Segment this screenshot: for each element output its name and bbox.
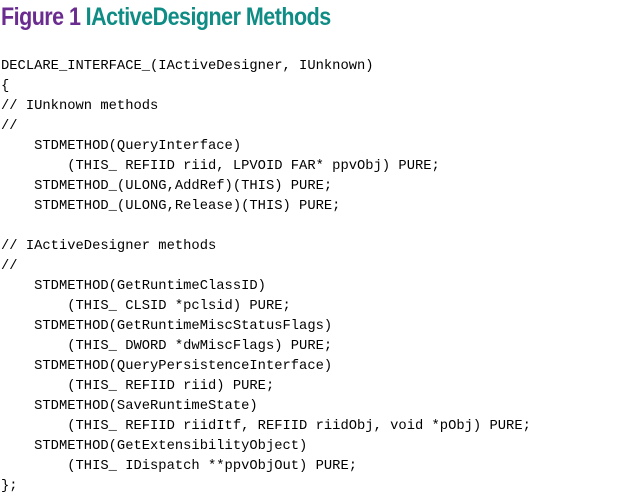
figure-page: Figure 1 IActiveDesigner Methods DECLARE_… — [0, 0, 639, 495]
figure-label: Figure 1 — [1, 3, 81, 31]
code-line: STDMETHOD_(ULONG,AddRef)(THIS) PURE; — [1, 179, 333, 194]
code-line: (THIS_ REFIID riid, LPVOID FAR* ppvObj) … — [1, 159, 440, 174]
code-line: DECLARE_INTERFACE_(IActiveDesigner, IUnk… — [1, 59, 374, 74]
figure-name: IActiveDesigner Methods — [85, 3, 332, 31]
code-line: STDMETHOD(SaveRuntimeState) — [1, 399, 258, 414]
code-line: // IActiveDesigner methods — [1, 239, 217, 254]
code-line: STDMETHOD(GetRuntimeClassID) — [1, 279, 266, 294]
code-line: STDMETHOD(GetExtensibilityObject) — [1, 439, 308, 454]
code-line: STDMETHOD(QueryPersistenceInterface) — [1, 359, 333, 374]
code-line: // IUnknown methods — [1, 99, 159, 114]
code-listing: DECLARE_INTERFACE_(IActiveDesigner, IUnk… — [1, 57, 531, 497]
code-line: // — [1, 259, 18, 274]
code-line: }; — [1, 479, 18, 494]
code-line: (THIS_ DWORD *dwMiscFlags) PURE; — [1, 339, 333, 354]
code-line: (THIS_ REFIID riidItf, REFIID riidObj, v… — [1, 419, 531, 434]
code-line: STDMETHOD(QueryInterface) — [1, 139, 242, 154]
code-line: // — [1, 119, 18, 134]
code-line: (THIS_ CLSID *pclsid) PURE; — [1, 299, 291, 314]
figure-title: Figure 1 IActiveDesigner Methods — [1, 2, 331, 32]
code-line: (THIS_ REFIID riid) PURE; — [1, 379, 275, 394]
code-line: { — [1, 79, 10, 94]
code-line: (THIS_ IDispatch **ppvObjOut) PURE; — [1, 459, 358, 474]
code-line: STDMETHOD(GetRuntimeMiscStatusFlags) — [1, 319, 333, 334]
code-line: STDMETHOD_(ULONG,Release)(THIS) PURE; — [1, 199, 341, 214]
